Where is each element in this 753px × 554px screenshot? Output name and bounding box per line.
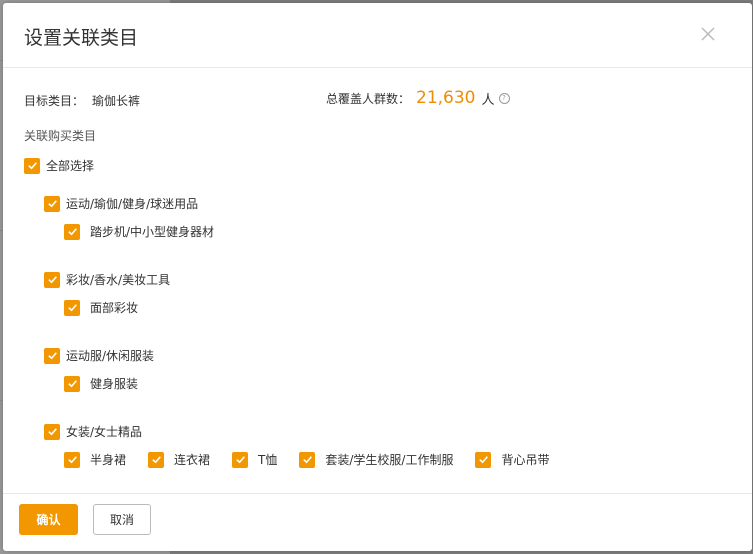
select-all-label: 全部选择 xyxy=(46,159,95,173)
coverage-unit: 人 xyxy=(481,92,495,108)
checkbox-checked-icon[interactable] xyxy=(44,195,60,212)
checkbox-checked-icon[interactable] xyxy=(44,423,60,440)
info-row: 目标类目： 瑜伽长裤 总覆盖人群数： 21,630 人 ? xyxy=(24,88,752,110)
subcategory-checkbox[interactable]: 健身服装 xyxy=(64,375,138,392)
subcategory-checkbox[interactable]: 踏步机/中小型健身器材 xyxy=(64,223,214,240)
dialog-body: 目标类目： 瑜伽长裤 总覆盖人群数： 21,630 人 ? 关联购买类目 全部选择… xyxy=(3,68,752,494)
group-checkbox[interactable]: 女装/女士精品 xyxy=(44,423,142,440)
group-checkbox[interactable]: 运动服/休闲服装 xyxy=(44,347,154,364)
checkbox-checked-icon[interactable] xyxy=(64,299,80,316)
subcategory-label: 面部彩妆 xyxy=(90,301,139,315)
coverage-label: 总覆盖人群数： xyxy=(326,91,411,106)
checkbox-checked-icon[interactable] xyxy=(44,271,60,288)
target-category-value: 瑜伽长裤 xyxy=(92,94,141,108)
subcategory-label: 半身裙 xyxy=(90,453,127,467)
subcategory-checkbox[interactable]: 面部彩妆 xyxy=(64,299,138,316)
group-checkbox[interactable]: 彩妆/香水/美妆工具 xyxy=(44,271,170,288)
subcategory-label: 背心吊带 xyxy=(501,453,550,467)
subcategory-checkbox[interactable]: 连衣裙 xyxy=(148,451,210,468)
help-icon[interactable]: ? xyxy=(498,92,510,104)
subcategory-checkbox[interactable]: 套装/学生校服/工作制服 xyxy=(299,451,453,468)
subcategory-checkbox[interactable]: 背心吊带 xyxy=(475,451,549,468)
checkbox-checked-icon[interactable] xyxy=(64,451,80,468)
subcategory-label: 连衣裙 xyxy=(174,453,211,467)
subcategory-label: 健身服装 xyxy=(90,377,139,391)
subcategory-label: 踏步机/中小型健身器材 xyxy=(90,225,215,239)
target-category-label: 目标类目： xyxy=(24,94,85,108)
subcategory-label: 套装/学生校服/工作制服 xyxy=(325,453,454,467)
section-label: 关联购买类目 xyxy=(24,129,97,143)
dialog-footer: 确认 取消 xyxy=(3,493,752,551)
coverage-count: 总覆盖人群数： 21,630 人 ? xyxy=(326,88,510,108)
checkbox-checked-icon[interactable] xyxy=(299,451,316,468)
checkbox-checked-icon[interactable] xyxy=(148,451,165,468)
group-label: 女装/女士精品 xyxy=(66,425,143,439)
cancel-button[interactable]: 取消 xyxy=(93,504,151,535)
checkbox-checked-icon[interactable] xyxy=(232,451,249,468)
close-icon[interactable] xyxy=(697,23,719,45)
related-category-dialog: 设置关联类目 目标类目： 瑜伽长裤 总覆盖人群数： 21,630 人 ? 关联购买… xyxy=(3,3,752,551)
checkbox-checked-icon[interactable] xyxy=(44,347,60,364)
select-all-checkbox[interactable]: 全部选择 xyxy=(24,157,94,174)
subcategory-row: 半身裙 连衣裙 T恤 套装/学生校服/工作制服 背心吊带 xyxy=(64,451,571,468)
coverage-value: 21,630 xyxy=(416,88,476,108)
dialog-title: 设置关联类目 xyxy=(24,27,139,49)
group-label: 运动服/休闲服装 xyxy=(66,349,155,363)
checkbox-checked-icon[interactable] xyxy=(475,451,492,468)
confirm-button[interactable]: 确认 xyxy=(19,504,78,535)
subcategory-label: T恤 xyxy=(258,453,278,467)
checkbox-checked-icon[interactable] xyxy=(64,375,80,392)
group-label: 运动/瑜伽/健身/球迷用品 xyxy=(66,197,199,211)
group-label: 彩妆/香水/美妆工具 xyxy=(66,273,171,287)
checkbox-checked-icon[interactable] xyxy=(24,157,40,174)
target-category: 目标类目： 瑜伽长裤 xyxy=(24,92,140,109)
subcategory-checkbox[interactable]: T恤 xyxy=(232,451,277,468)
checkbox-checked-icon[interactable] xyxy=(64,223,80,240)
subcategory-checkbox[interactable]: 半身裙 xyxy=(64,451,126,468)
group-checkbox[interactable]: 运动/瑜伽/健身/球迷用品 xyxy=(44,195,198,212)
dialog-header: 设置关联类目 xyxy=(3,3,752,68)
